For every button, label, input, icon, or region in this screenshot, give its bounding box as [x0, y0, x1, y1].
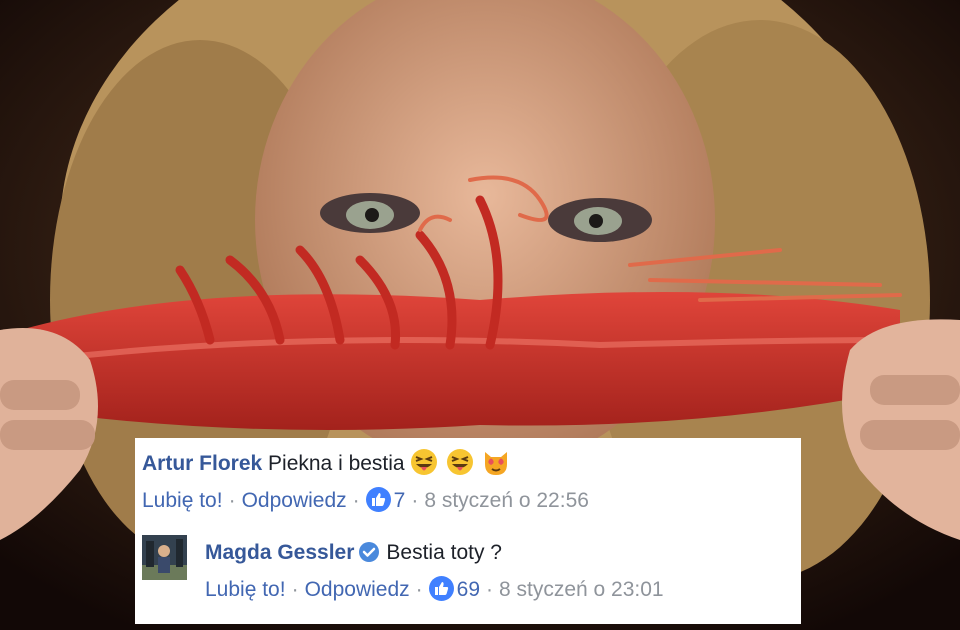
like-count[interactable]: 7 — [394, 489, 406, 512]
comment-line: Artur Florek Piekna i bestia — [142, 446, 795, 482]
comment-text: Piekna i bestia — [268, 452, 405, 475]
reply-link[interactable]: Odpowiedz — [305, 578, 410, 601]
comment-author[interactable]: Artur Florek — [142, 452, 262, 475]
separator-dot: · — [486, 578, 493, 601]
avatar[interactable] — [142, 535, 187, 580]
verified-badge-icon — [359, 542, 380, 562]
separator-dot: · — [228, 489, 236, 512]
comment-panel: Artur Florek Piekna i bestia Lubię to! ·… — [135, 438, 801, 624]
comment-timestamp[interactable]: 8 styczeń o 22:56 — [424, 489, 589, 512]
squinting-tongue-emoji-icon — [447, 449, 474, 475]
comment-body: Magda Gessler Bestia toty ? Lubię to! · Odp… — [205, 535, 664, 605]
separator-dot: · — [415, 578, 423, 601]
heart-eyes-cat-emoji-icon — [485, 452, 508, 475]
separator-dot: · — [291, 578, 299, 601]
like-link[interactable]: Lubię to! — [142, 489, 223, 512]
separator-dot: · — [411, 489, 419, 512]
comment-timestamp[interactable]: 8 styczeń o 23:01 — [499, 578, 664, 601]
reply-link[interactable]: Odpowiedz — [242, 489, 347, 512]
comment: Artur Florek Piekna i bestia Lubię to! ·… — [142, 446, 795, 516]
squinting-tongue-emoji-icon — [411, 449, 438, 475]
thumbs-up-icon[interactable] — [428, 576, 454, 601]
comment-actions: Lubię to! · Odpowiedz · 7 · 8 styczeń o 22:56 — [142, 486, 795, 516]
comment-line: Magda Gessler Bestia toty ? — [205, 535, 664, 571]
like-count[interactable]: 69 — [457, 578, 480, 601]
comment-text: Bestia toty ? — [386, 541, 502, 564]
thumbs-up-icon[interactable] — [365, 487, 391, 512]
separator-dot: · — [352, 489, 360, 512]
comment-actions: Lubię to! · Odpowiedz · 69 · 8 styczeń o 23:01 — [205, 575, 664, 605]
comment-author[interactable]: Magda Gessler — [205, 541, 354, 564]
like-link[interactable]: Lubię to! — [205, 578, 286, 601]
